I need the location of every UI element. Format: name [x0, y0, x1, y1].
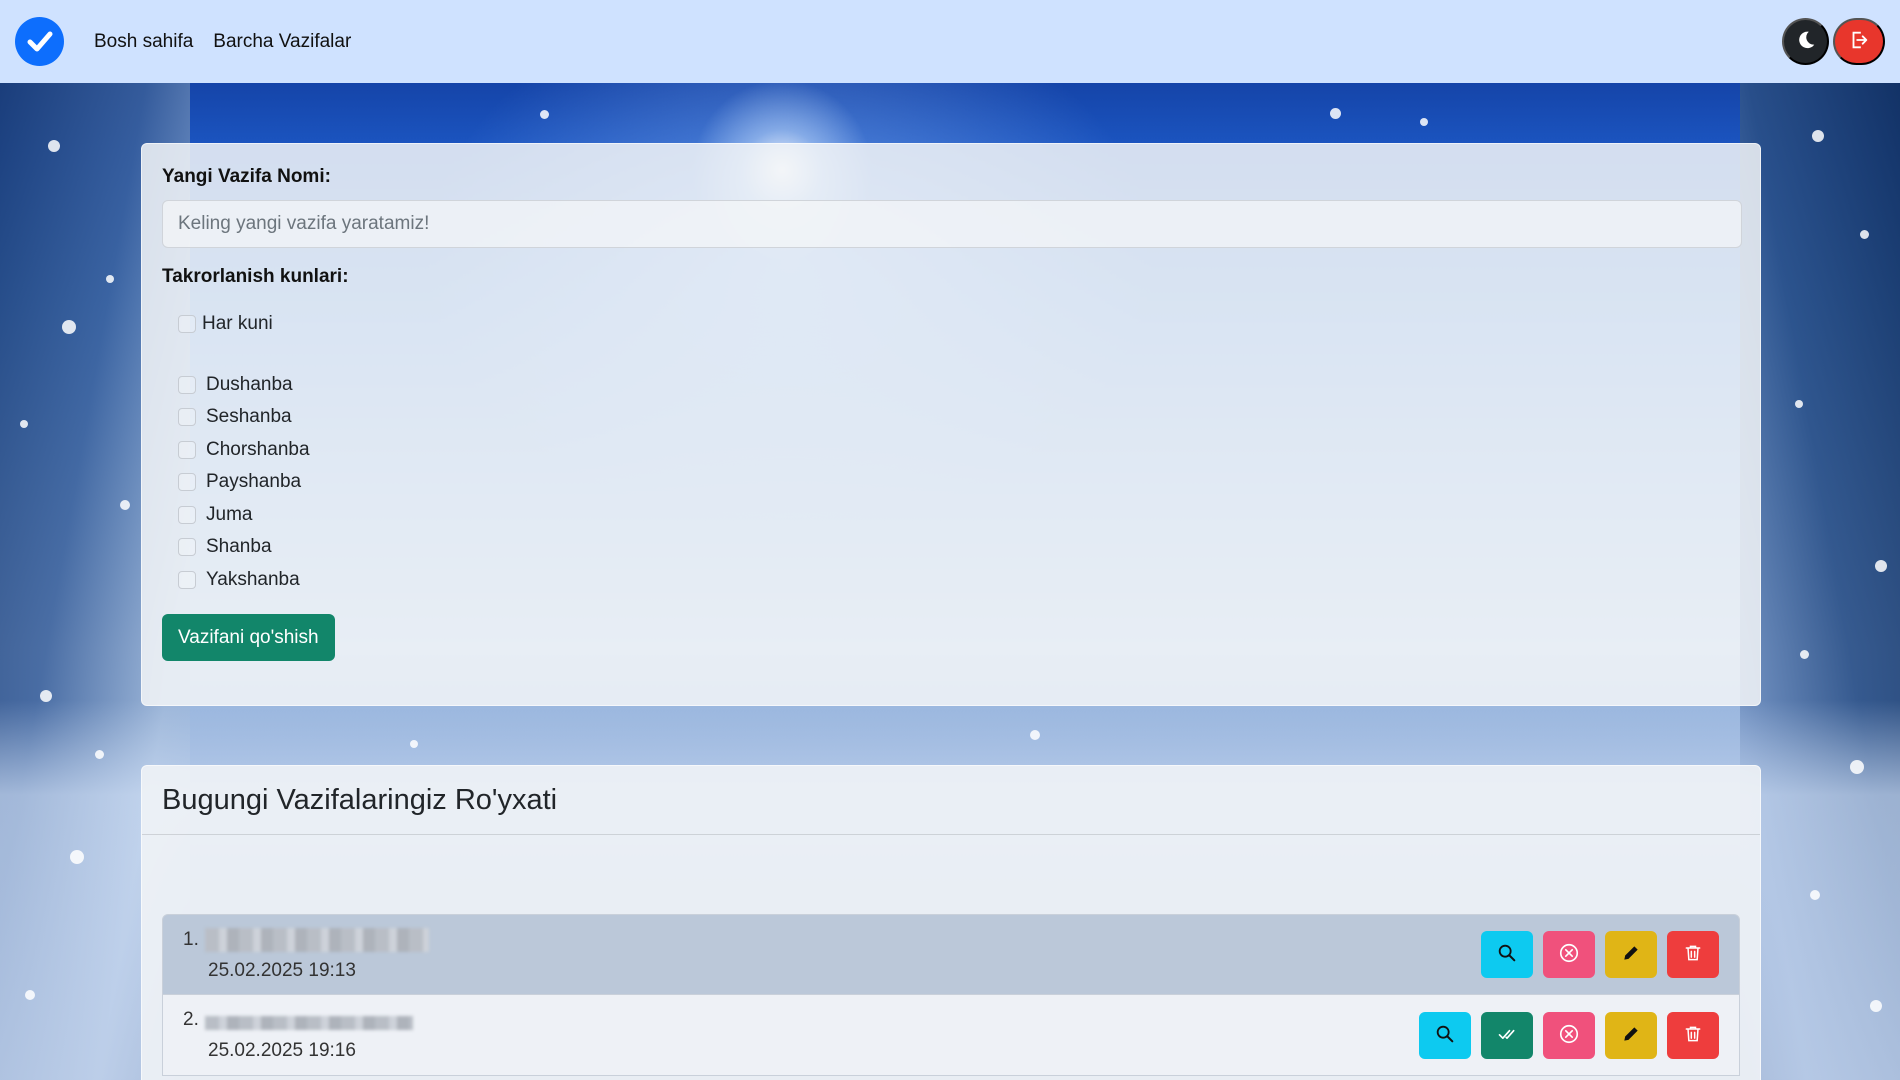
moon-icon — [1795, 29, 1817, 54]
cancel-task-button[interactable] — [1543, 931, 1595, 978]
weekday-option: Yakshanba — [162, 564, 1740, 597]
trash-icon — [1683, 943, 1703, 966]
checkbox-yakshanba[interactable] — [178, 570, 196, 589]
task-actions — [1419, 1011, 1719, 1059]
today-tasks-card: Bugungi Vazifalaringiz Ro'yxati 1. 25.02… — [141, 765, 1761, 1080]
trash-icon — [1683, 1024, 1703, 1047]
everyday-checkbox-group: Har kuni — [162, 308, 1740, 341]
checkbox-shanba[interactable] — [178, 538, 196, 557]
checkbox-dushanba[interactable] — [178, 375, 196, 394]
add-task-button[interactable]: Vazifani qo'shish — [162, 614, 335, 661]
task-title-redacted — [205, 1016, 413, 1030]
theme-toggle-button[interactable] — [1782, 18, 1829, 65]
checkbox-seshanba[interactable] — [178, 408, 196, 427]
repeat-days-label: Takrorlanish kunlari: — [162, 266, 349, 287]
navbar: Bosh sahifa Barcha Vazifalar — [0, 0, 1900, 83]
task-name-label: Yangi Vazifa Nomi: — [162, 166, 331, 187]
checkbox-juma[interactable] — [178, 505, 196, 524]
check-circle-icon[interactable] — [15, 17, 64, 66]
pencil-icon — [1621, 943, 1641, 966]
task-date: 25.02.2025 19:13 — [208, 960, 356, 981]
weekday-label: Payshanba — [206, 471, 302, 493]
edit-task-button[interactable] — [1605, 1011, 1657, 1059]
weekday-label: Dushanba — [206, 373, 293, 395]
logout-icon — [1848, 29, 1870, 54]
cancel-task-button[interactable] — [1543, 1011, 1595, 1059]
everyday-checkbox[interactable] — [178, 315, 196, 334]
delete-task-button[interactable] — [1667, 931, 1719, 978]
search-icon — [1496, 942, 1518, 967]
task-title-redacted — [205, 928, 429, 952]
view-task-button[interactable] — [1419, 1011, 1471, 1059]
weekday-option: Juma — [162, 499, 1740, 532]
weekday-label: Shanba — [206, 536, 272, 558]
view-task-button[interactable] — [1481, 931, 1533, 978]
weekday-option: Payshanba — [162, 466, 1740, 499]
nav-link-all-tasks[interactable]: Barcha Vazifalar — [213, 31, 351, 53]
logout-button[interactable] — [1833, 18, 1885, 65]
new-task-form: Yangi Vazifa Nomi: Takrorlanish kunlari:… — [141, 143, 1761, 706]
weekday-label: Seshanba — [206, 406, 292, 428]
weekday-option: Seshanba — [162, 401, 1740, 434]
complete-task-button[interactable] — [1481, 1011, 1533, 1059]
weekday-label: Chorshanba — [206, 438, 310, 460]
everyday-option: Har kuni — [162, 308, 1740, 341]
search-icon — [1434, 1023, 1456, 1048]
task-name-input[interactable] — [162, 200, 1742, 248]
task-number: 2. — [183, 1009, 199, 1030]
nav-actions — [1782, 18, 1885, 65]
nav-link-home[interactable]: Bosh sahifa — [94, 31, 193, 53]
task-actions — [1481, 931, 1719, 978]
today-tasks-title: Bugungi Vazifalaringiz Ro'yxati — [142, 766, 1760, 835]
weekday-option: Dushanba — [162, 369, 1740, 402]
x-circle-icon — [1558, 1023, 1580, 1048]
weekday-option: Shanba — [162, 531, 1740, 564]
edit-task-button[interactable] — [1605, 931, 1657, 978]
weekday-checkbox-group: Dushanba Seshanba Chorshanba Payshanba J… — [162, 369, 1740, 597]
task-row[interactable]: 1. 25.02.2025 19:13 — [162, 914, 1740, 995]
task-row[interactable]: 2. 25.02.2025 19:16 — [162, 995, 1740, 1076]
weekday-label: Juma — [206, 503, 253, 525]
double-check-icon — [1497, 1024, 1517, 1047]
checkbox-chorshanba[interactable] — [178, 440, 196, 459]
task-list: 1. 25.02.2025 19:13 2. 25.02.2025 19:16 — [162, 914, 1740, 1076]
delete-task-button[interactable] — [1667, 1011, 1719, 1059]
everyday-label: Har kuni — [202, 313, 273, 335]
checkbox-payshanba[interactable] — [178, 473, 196, 492]
weekday-label: Yakshanba — [206, 568, 300, 590]
x-circle-icon — [1558, 942, 1580, 967]
task-date: 25.02.2025 19:16 — [208, 1040, 356, 1061]
weekday-option: Chorshanba — [162, 434, 1740, 467]
pencil-icon — [1621, 1024, 1641, 1047]
task-number: 1. — [183, 929, 199, 950]
